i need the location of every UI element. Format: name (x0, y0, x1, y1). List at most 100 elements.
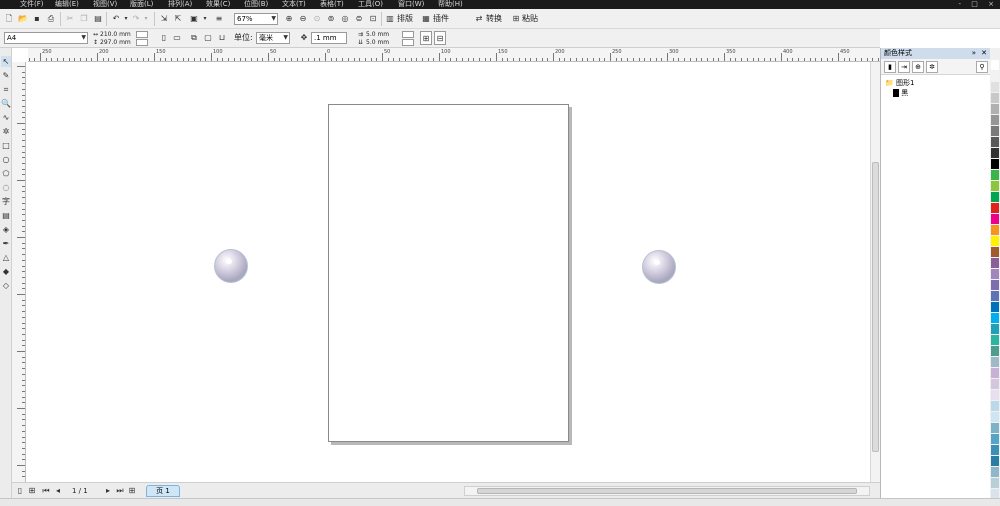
color-swatch[interactable] (991, 82, 999, 92)
new-icon[interactable]: 🗋 (3, 12, 15, 26)
color-swatch[interactable] (991, 456, 999, 466)
rectangle-tool-icon[interactable]: □ (1, 140, 11, 151)
paste-special-icon[interactable]: ⊞ (510, 12, 522, 26)
add-page-icon[interactable]: ⊞ (26, 484, 38, 498)
pearl-object-right[interactable] (642, 250, 676, 284)
new-child-icon[interactable]: ⇥ (898, 61, 910, 73)
window-controls[interactable]: - □ × (959, 0, 998, 9)
copy-icon[interactable]: ❐ (78, 12, 90, 26)
outline-tool-icon[interactable]: △ (1, 252, 11, 263)
zoom-all-icon[interactable]: ⊚ (325, 12, 337, 26)
layout-icon[interactable]: ▥ (384, 12, 396, 26)
portrait-icon[interactable]: ▯ (158, 31, 170, 45)
cut-icon[interactable]: ✂ (64, 12, 76, 26)
color-swatch[interactable] (991, 390, 999, 400)
color-swatch[interactable] (991, 478, 999, 488)
bleed-icon[interactable]: ⊔ (216, 31, 228, 45)
color-swatch[interactable] (991, 258, 999, 268)
zoom-page-icon[interactable]: ◎ (339, 12, 351, 26)
launcher-dropdown-icon[interactable]: ▾ (199, 12, 211, 26)
color-swatch[interactable] (991, 170, 999, 180)
interactive-fill-icon[interactable]: ◇ (1, 280, 11, 291)
auto-create-icon[interactable]: ⊕ (912, 61, 924, 73)
height-spinner[interactable] (136, 39, 148, 46)
color-swatch[interactable] (991, 148, 999, 158)
color-swatch[interactable] (991, 159, 999, 169)
nudge-field[interactable]: .1 mm (311, 32, 347, 44)
color-swatch[interactable] (991, 357, 999, 367)
paper-size-select[interactable]: A4 ▼ (4, 32, 88, 44)
color-swatch[interactable] (991, 236, 999, 246)
current-page-icon[interactable]: ▢ (202, 31, 214, 45)
color-swatch[interactable] (991, 291, 999, 301)
crop-tool-icon[interactable]: ⌗ (1, 84, 11, 95)
first-page-icon[interactable]: ⏮ (40, 484, 52, 498)
eyedropper-icon[interactable]: ✒ (1, 238, 11, 249)
vertical-ruler[interactable] (12, 62, 26, 482)
paste-icon[interactable]: ▤ (92, 12, 104, 26)
vertical-scroll-thumb[interactable] (872, 162, 879, 452)
color-swatch[interactable] (991, 60, 999, 70)
last-page-icon[interactable]: ⏭ (114, 484, 126, 498)
menu-effects[interactable]: 效果(C) (206, 0, 230, 9)
menu-tools[interactable]: 工具(O) (358, 0, 383, 9)
menu-edit[interactable]: 编辑(E) (55, 0, 79, 9)
interactive-tool-icon[interactable]: ◈ (1, 224, 11, 235)
paste-special-button[interactable]: 粘贴 (522, 12, 538, 26)
add-page-after-icon[interactable]: ⊞ (126, 484, 138, 498)
dup-x-spinner[interactable] (402, 31, 414, 38)
color-swatch[interactable] (991, 401, 999, 411)
dup-y-spinner[interactable] (402, 39, 414, 46)
zoom-selected-icon[interactable]: ⊙ (311, 12, 323, 26)
color-swatch[interactable] (991, 115, 999, 125)
color-swatch[interactable] (991, 324, 999, 334)
horizontal-scroll-thumb[interactable] (477, 488, 857, 494)
tree-item-root[interactable]: 📁 图形1 (885, 78, 914, 88)
page-tab-1[interactable]: 页 1 (146, 485, 180, 497)
color-swatch[interactable] (991, 247, 999, 257)
freehand-tool-icon[interactable]: ∿ (1, 112, 11, 123)
color-swatch[interactable] (991, 181, 999, 191)
open-icon[interactable]: 📂 (17, 12, 29, 26)
color-swatch[interactable] (991, 93, 999, 103)
color-swatch[interactable] (991, 126, 999, 136)
export-icon[interactable]: ⇱ (172, 12, 184, 26)
document-page[interactable] (328, 104, 569, 442)
color-swatch[interactable] (991, 192, 999, 202)
ellipse-tool-icon[interactable]: ○ (1, 154, 11, 165)
options-icon[interactable]: ⊞ (420, 31, 432, 45)
horizontal-scrollbar[interactable] (464, 486, 870, 496)
convert-button[interactable]: 转换 (486, 12, 502, 26)
color-swatch[interactable] (991, 225, 999, 235)
color-swatch[interactable] (991, 379, 999, 389)
color-swatch[interactable] (991, 412, 999, 422)
color-swatch[interactable] (991, 71, 999, 81)
zoom-height-icon[interactable]: ⊡ (367, 12, 379, 26)
menu-arrange[interactable]: 排列(A) (168, 0, 192, 9)
color-swatch[interactable] (991, 104, 999, 114)
menu-table[interactable]: 表格(T) (320, 0, 344, 9)
zoom-tool-icon[interactable]: 🔍 (1, 98, 11, 109)
expand-icon[interactable]: » (972, 49, 976, 57)
color-swatch[interactable] (991, 214, 999, 224)
layout-button[interactable]: 排版 (397, 12, 413, 26)
color-swatch[interactable] (991, 445, 999, 455)
document-icon[interactable]: ▯ (14, 484, 26, 498)
units-options-icon[interactable]: ⊟ (434, 31, 446, 45)
smart-fill-icon[interactable]: ✲ (1, 126, 11, 137)
color-swatch[interactable] (991, 302, 999, 312)
zoom-out-icon[interactable]: ⊖ (297, 12, 309, 26)
width-spinner[interactable] (136, 31, 148, 38)
color-swatch[interactable] (991, 368, 999, 378)
color-swatch[interactable] (991, 203, 999, 213)
menu-layout[interactable]: 版面(L) (130, 0, 153, 9)
color-swatch[interactable] (991, 423, 999, 433)
plugin-icon[interactable]: ▦ (420, 12, 432, 26)
color-swatch[interactable] (991, 269, 999, 279)
tree-item-child[interactable]: 黑 (893, 88, 908, 98)
vertical-scrollbar[interactable] (870, 62, 880, 482)
menu-file[interactable]: 文件(F) (20, 0, 44, 9)
prev-page-icon[interactable]: ◂ (52, 484, 64, 498)
page-height-field[interactable]: 297.0 mm (100, 39, 131, 46)
print-icon[interactable]: ⎙ (45, 12, 57, 26)
